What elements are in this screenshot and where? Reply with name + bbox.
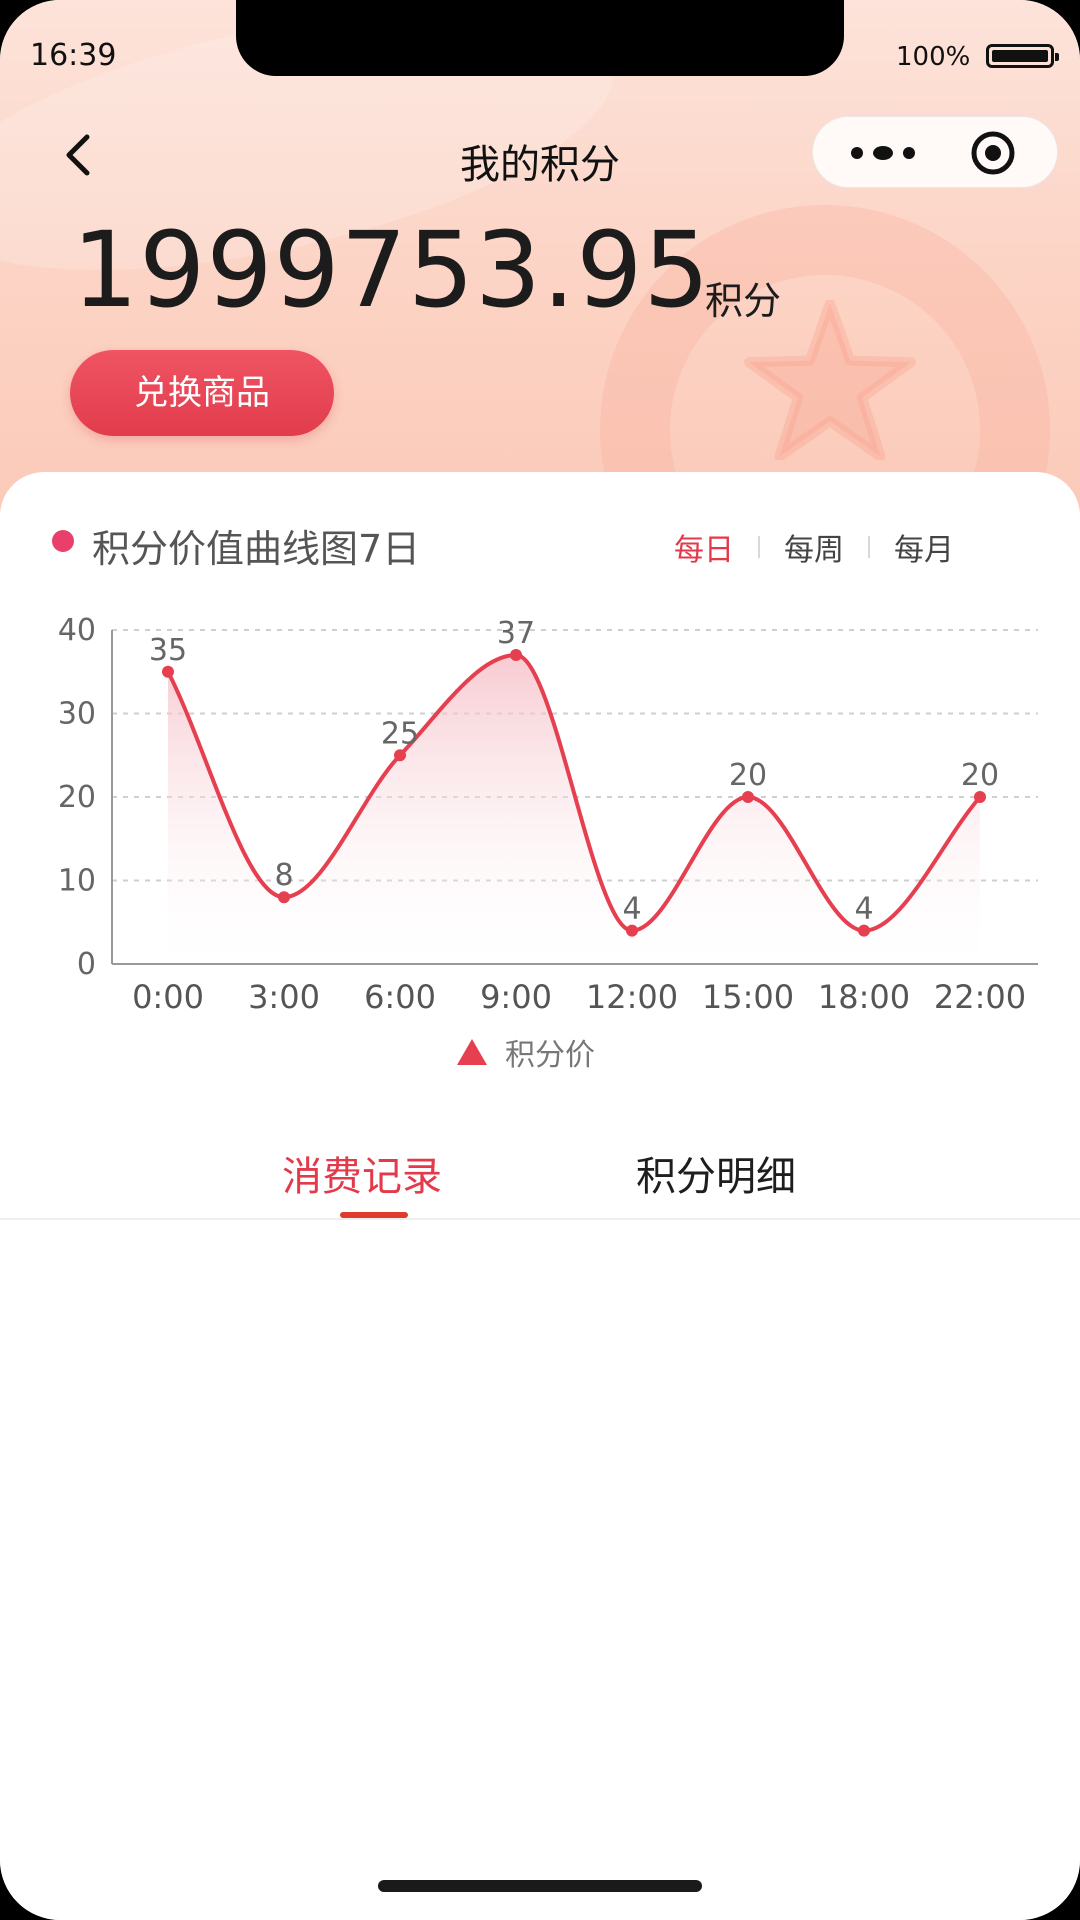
status-time: 16:39: [30, 38, 117, 73]
data-label: 4: [854, 892, 873, 927]
points-unit: 积分: [705, 279, 782, 323]
x-tick-label: 18:00: [818, 978, 910, 1016]
home-indicator: [378, 1880, 702, 1892]
data-label: 8: [274, 858, 293, 893]
target-circle-icon[interactable]: [969, 129, 1017, 177]
phone-screen: 16:39 100% 我的积分 1999753.95 积分 兑换商品 积分价值曲…: [0, 0, 1080, 1920]
x-tick-label: 15:00: [702, 978, 794, 1016]
battery-percentage: 100%: [896, 42, 971, 72]
data-label: 20: [961, 758, 999, 793]
y-tick-label: 20: [58, 780, 96, 815]
chart-title: 积分价值曲线图7日: [92, 527, 421, 571]
data-label: 20: [729, 758, 767, 793]
page-title: 我的积分: [460, 142, 620, 188]
data-label: 37: [497, 616, 535, 651]
x-tick-label: 22:00: [934, 978, 1026, 1016]
chevron-left-icon[interactable]: [55, 125, 105, 185]
tab-monthly[interactable]: 每月: [870, 525, 978, 569]
x-tick-label: 0:00: [132, 978, 204, 1016]
chart-legend[interactable]: 积分价: [455, 1032, 595, 1073]
device-notch: [236, 0, 844, 76]
data-label: 25: [381, 716, 419, 751]
x-tick-label: 12:00: [586, 978, 678, 1016]
y-tick-label: 40: [58, 613, 96, 648]
data-label: 4: [622, 892, 641, 927]
battery-icon: [986, 44, 1059, 68]
points-balance: 1999753.95: [72, 209, 711, 331]
period-tabs: 每日 每周 每月: [650, 525, 1020, 569]
y-tick-label: 10: [58, 864, 96, 899]
points-value-line-chart: 35 8 25 37 4 20 4 20 0 10 20 30 40 0:00 3:00 6:00 9:00 1…: [58, 613, 1038, 1016]
triangle-icon: [457, 1039, 487, 1065]
y-tick-label: 0: [77, 947, 96, 982]
more-dots-icon[interactable]: [843, 135, 923, 171]
tab-points-details[interactable]: 积分明细: [636, 1144, 796, 1202]
tab-weekly[interactable]: 每周: [760, 525, 868, 569]
x-tick-label: 3:00: [248, 978, 320, 1016]
tabs-divider: [0, 1218, 1080, 1220]
mini-program-capsule: [812, 116, 1058, 188]
x-tick-label: 6:00: [364, 978, 436, 1016]
record-tabs: 消费记录 积分明细: [0, 1130, 1080, 1220]
data-label: 35: [149, 633, 187, 668]
exchange-goods-button[interactable]: 兑换商品: [70, 350, 334, 436]
tab-daily[interactable]: 每日: [650, 525, 758, 569]
chart-title-dot: [52, 530, 74, 552]
y-tick-label: 30: [58, 697, 96, 732]
x-tick-label: 9:00: [480, 978, 552, 1016]
legend-label: 积分价: [505, 1038, 595, 1073]
tab-consumption-records[interactable]: 消费记录: [282, 1144, 442, 1202]
